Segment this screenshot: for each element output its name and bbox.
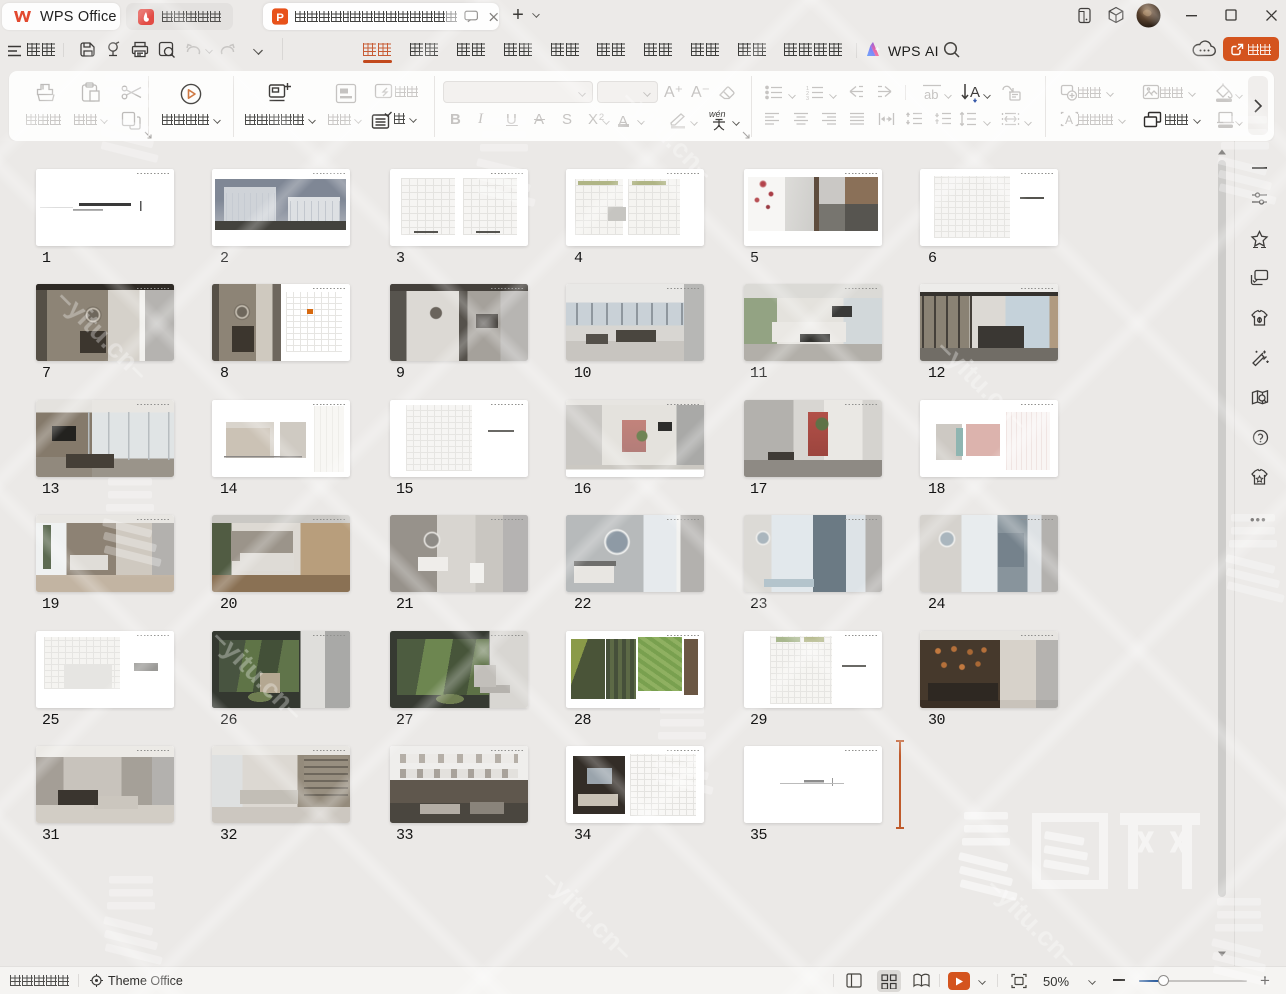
svg-text:3: 3 [806, 96, 809, 100]
svg-text:P: P [276, 12, 284, 24]
svg-text:A: A [1065, 113, 1073, 127]
svg-text:ab: ab [924, 87, 938, 101]
svg-text:wén: wén [709, 109, 726, 119]
svg-text:A: A [970, 84, 980, 101]
